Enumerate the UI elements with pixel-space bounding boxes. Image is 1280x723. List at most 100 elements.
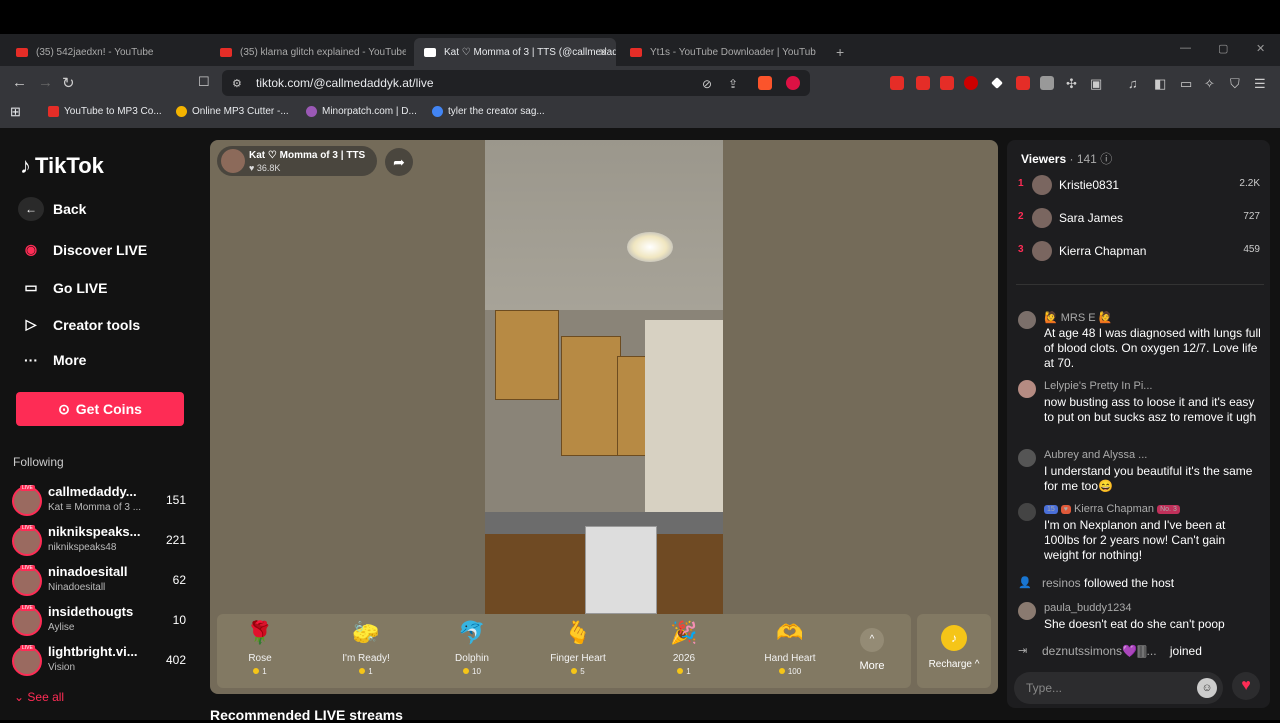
following-item[interactable]: LIVE ninadoesitall Ninadoesitall 62 [12,564,192,600]
tiktok-logo[interactable]: ♪ TikTok [20,153,104,179]
back-arrow-icon[interactable]: ← [12,74,27,91]
gift-rose[interactable]: 🌹 Rose 1 [210,618,310,676]
maximize-icon[interactable]: ▢ [1218,42,1228,55]
screenshot-icon[interactable]: ▣ [1090,76,1102,92]
bookmark-icon[interactable]: ☐ [198,74,210,90]
chat-author[interactable]: paula_buddy1234 [1044,602,1131,614]
top-viewer-row[interactable]: 2 Sara James 727 [1018,208,1262,228]
viewer-name: Kristie0831 [1059,178,1120,192]
site-info-icon[interactable]: ⚙ [232,77,242,90]
nav-go-live[interactable]: ▭ Go LIVE [18,279,107,296]
extension-5-icon[interactable] [1016,76,1030,90]
bookmark-item[interactable]: YouTube to MP3 Co... [48,106,162,117]
viewer-count: 221 [165,533,186,547]
following-item[interactable]: LIVE callmedaddy... Kat ≡ Momma of 3 ... 15… [12,484,192,520]
minimize-icon[interactable]: — [1180,42,1191,54]
top-viewer-row[interactable]: 1 Kristie0831 2.2K [1018,175,1262,195]
gift-hand-heart[interactable]: 🫶 Hand Heart 100 [740,618,840,676]
avatar [1032,175,1052,195]
get-coins-label: Get Coins [75,401,142,417]
chat-placeholder: Type... [1026,681,1063,695]
bookmark-item[interactable]: Online MP3 Cutter -... [176,106,289,117]
close-tab-icon[interactable]: ✕ [599,46,608,59]
chevron-up-icon: ^ [860,628,884,652]
bookmark-label: YouTube to MP3 Co... [64,106,162,117]
coin-icon [571,668,578,674]
tab-yt1s[interactable]: Yt1s - YouTube Downloader | YouTube [620,38,816,66]
like-heart-button[interactable]: ♥ [1232,672,1260,700]
chat-author[interactable]: Aubrey and Alyssa ... [1044,449,1147,461]
gift-2026[interactable]: 🎉 2026 1 [634,618,734,676]
ublock-icon[interactable] [964,76,978,90]
share-button[interactable]: ➦ [385,148,413,176]
sponge-icon: 🧽 [352,620,380,645]
chat-author-row[interactable]: 15 ♥ Kierra Chapman No. 3 [1044,503,1183,515]
extension-3-icon[interactable] [940,76,954,90]
chat-author[interactable]: Lelypie's Pretty In Pi... [1044,380,1152,392]
extension-2-icon[interactable] [916,76,930,90]
event-user[interactable]: resinos [1042,576,1081,590]
music-icon[interactable]: ♫ [1128,76,1138,91]
chat-message: 15 ♥ Kierra Chapman No. 3 I'm on Nexplanon … [1018,503,1262,563]
avatar [1032,241,1052,261]
gift-price: 100 [740,667,840,676]
chat-input[interactable]: Type... [1014,672,1223,704]
join-event: ⇥ deznutssimons💜🀫... joined [1018,644,1202,659]
bookmark-item[interactable]: Minorpatch.com | D... [306,106,417,117]
nav-more[interactable]: ··· More [18,352,86,368]
nav-back[interactable]: ← Back [18,197,86,221]
following-item[interactable]: LIVE lightbright.vi... Vision 402 [12,644,192,680]
leo-ai-icon[interactable]: ✧ [1204,76,1215,92]
forward-arrow-icon[interactable]: → [38,74,53,91]
apps-grid-icon[interactable]: ⊞ [10,104,21,120]
nav-discover-live[interactable]: ◉ Discover LIVE [18,241,147,258]
following-item[interactable]: LIVE insidethougts Aylise 10 [12,604,192,640]
menu-icon[interactable]: ☰ [1254,76,1266,92]
brave-shield-icon[interactable] [758,76,772,90]
following-item[interactable]: LIVE niknikspeaks... niknikspeaks48 221 [12,524,192,560]
top-black-bar [0,0,1280,34]
sidebar-toggle-icon[interactable]: ◧ [1154,76,1166,92]
top-viewer-row[interactable]: 3 Kierra Chapman 459 [1018,241,1262,261]
url-field[interactable]: tiktok.com/@callmedaddyk.at/live [222,70,810,96]
viewers-label: Viewers [1021,152,1067,166]
wallet-icon[interactable]: ▭ [1180,76,1192,92]
reload-icon[interactable]: ↻ [62,74,75,92]
close-window-icon[interactable]: ✕ [1256,42,1265,55]
share-page-icon[interactable]: ⇪ [728,77,738,91]
event-user[interactable]: deznutssimons💜🀫... [1042,644,1157,658]
viewer-score: 727 [1243,211,1260,222]
extension-1-icon[interactable] [890,76,904,90]
tab-youtube-2[interactable]: (35) klarna glitch explained - YouTube [210,38,406,66]
recharge-button[interactable]: ♪ Recharge ^ [917,614,991,688]
nav-creator-tools[interactable]: ▷ Creator tools [18,316,141,333]
host-info-pill[interactable]: Kat ♡ Momma of 3 | TTS ♥ 36.8K [217,146,377,176]
gift-finger-heart[interactable]: 🫰 Finger Heart 5 [528,618,628,676]
emoji-icon[interactable]: ☺ [1197,678,1217,698]
rewards-icon[interactable] [786,76,800,90]
tab-tiktok-live[interactable]: Kat ♡ Momma of 3 | TTS (@callmedaddyk.at… [414,38,616,66]
viewers-header[interactable]: Viewers · 141 ⓘ [1021,150,1112,167]
following-name: insidethougts [48,604,134,619]
chat-author[interactable]: 🙋 MRS E 🙋 [1044,311,1112,324]
tab-youtube-1[interactable]: (35) 542jaedxn! - YouTube [6,38,202,66]
bookmark-favicon [176,106,187,117]
gift-im-ready[interactable]: 🧽 I'm Ready! 1 [316,618,416,676]
live-tag: LIVE [20,565,35,571]
gift-dolphin[interactable]: 🐬 Dolphin 10 [422,618,522,676]
bookmark-item[interactable]: tyler the creator sag... [432,106,545,117]
rose-icon: 🌹 [246,620,274,645]
video-ceiling [485,140,723,310]
new-tab-button[interactable]: + [826,38,854,66]
puzzle-icon[interactable]: ✣ [1066,76,1077,92]
see-all-link[interactable]: ⌄ See all [14,690,64,704]
more-gifts-button[interactable]: ^ More [852,628,892,672]
extension-6-icon[interactable] [1040,76,1054,90]
media-muted-icon[interactable]: ⊘ [702,77,712,91]
vpn-icon[interactable]: ⛉ [1230,76,1240,92]
live-video[interactable] [485,140,723,614]
see-all-label: See all [27,690,65,704]
live-tag: LIVE [20,485,35,491]
get-coins-button[interactable]: ⊙ Get Coins [16,392,184,426]
coin-icon [253,668,260,674]
